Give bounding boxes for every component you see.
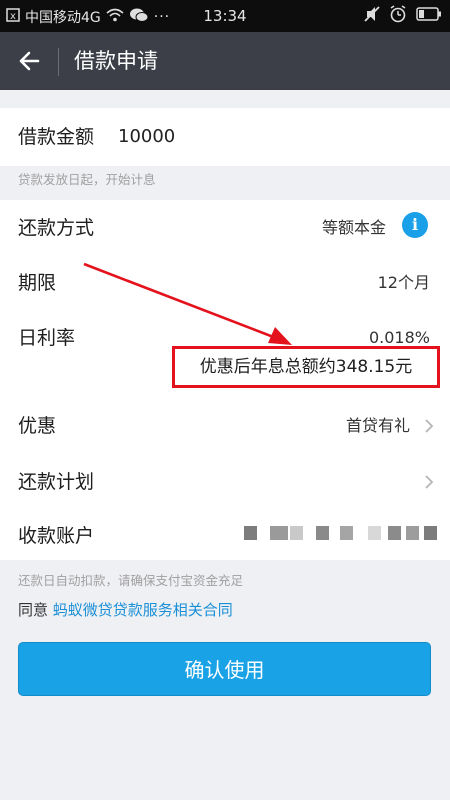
interest-highlight-box: 优惠后年息总额约348.15元 <box>172 346 440 388</box>
confirm-button[interactable]: 确认使用 <box>18 642 431 696</box>
auto-debit-hint: 还款日自动扣款，请确保支付宝资金充足 <box>18 573 244 588</box>
interest-total-note: 优惠后年息总额约348.15元 <box>199 357 413 377</box>
agreement-line: 同意 蚂蚁微贷贷款服务相关合同 <box>18 600 233 620</box>
agree-prefix: 同意 <box>18 601 49 619</box>
contract-link[interactable]: 蚂蚁微贷贷款服务相关合同 <box>53 601 233 619</box>
